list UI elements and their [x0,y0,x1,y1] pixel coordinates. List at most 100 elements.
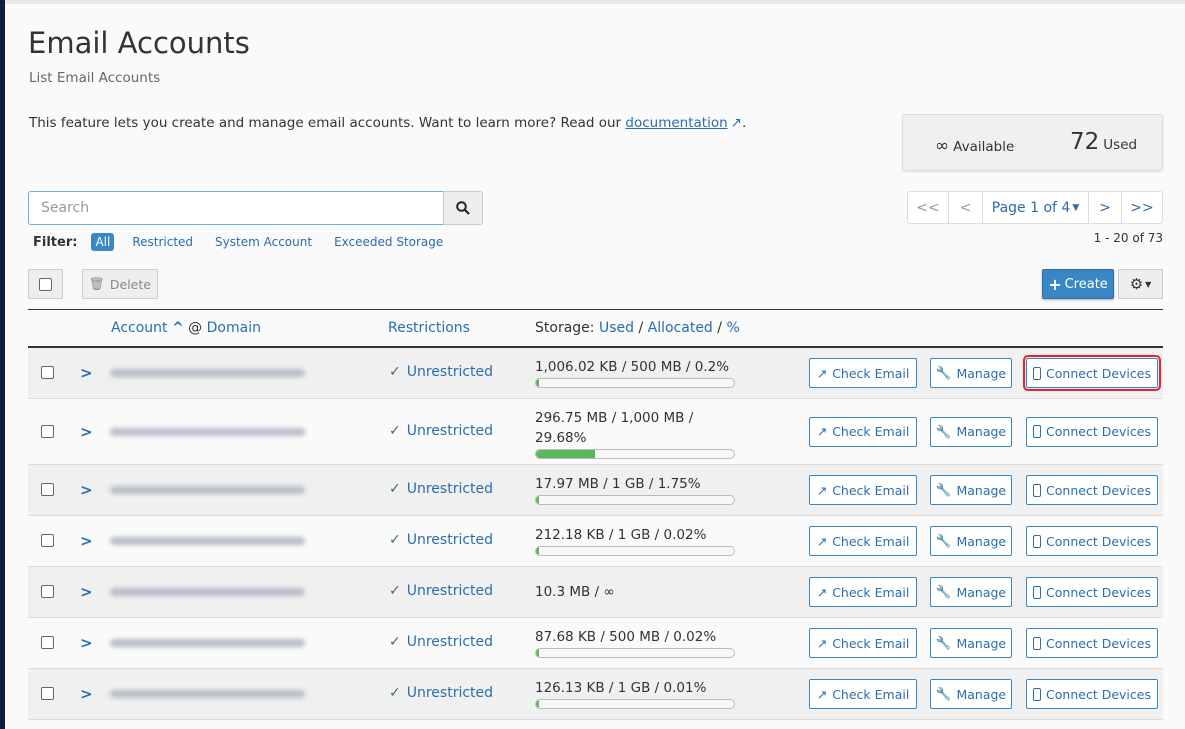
external-link-icon: ↗ [816,635,828,651]
row-checkbox[interactable] [41,636,54,649]
trash-icon: 🗑 [89,276,105,291]
account-email-blurred[interactable] [110,537,305,545]
storage-label: Storage: [535,320,595,336]
connect-devices-button[interactable]: Connect Devices [1026,526,1158,556]
row-checkbox[interactable] [41,424,54,438]
mobile-phone-icon [1033,636,1042,650]
check-email-label: Check Email [832,584,910,600]
restriction-status[interactable]: ✓ Unrestricted [389,583,493,599]
account-email-blurred[interactable] [110,486,305,494]
account-email-blurred[interactable] [110,639,305,647]
sort-percent[interactable]: % [726,320,739,336]
next-page-button[interactable]: > [1088,192,1121,223]
manage-button[interactable]: 🔧 Manage [930,526,1012,556]
connect-devices-label: Connect Devices [1046,584,1151,600]
manage-button[interactable]: 🔧 Manage [930,416,1012,447]
manage-label: Manage [956,635,1007,651]
search-button[interactable] [443,191,483,225]
storage-progress-fill [536,450,595,458]
search-input[interactable] [28,191,444,225]
separator: / [638,320,644,336]
check-email-button[interactable]: ↗ Check Email [809,358,917,388]
page-select-dropdown[interactable]: Page 1 of 4 ▼ [982,192,1088,223]
connect-devices-button[interactable]: Connect Devices [1023,355,1161,391]
connect-devices-button[interactable]: Connect Devices [1026,577,1158,607]
restriction-status[interactable]: ✓ Unrestricted [389,481,493,497]
sort-account-header[interactable]: Account ^ @ Domain [111,320,261,336]
select-all-checkbox[interactable] [28,269,63,299]
check-email-label: Check Email [832,482,910,498]
manage-label: Manage [956,533,1007,549]
filter-system-account[interactable]: System Account [215,235,312,249]
prev-page-button[interactable]: < [948,192,982,223]
connect-devices-button[interactable]: Connect Devices [1026,628,1158,658]
restriction-status[interactable]: ✓ Unrestricted [389,364,493,380]
connect-devices-label: Connect Devices [1046,424,1151,439]
restriction-label: Unrestricted [406,583,494,599]
check-icon: ✓ [389,364,401,380]
filter-all[interactable]: All [91,233,115,251]
check-email-button[interactable]: ↗ Check Email [809,679,917,709]
check-email-label: Check Email [832,686,910,702]
row-checkbox[interactable] [41,687,54,700]
storage-progress-bar [535,546,735,556]
manage-button[interactable]: 🔧 Manage [930,358,1012,388]
storage-cell: 296.75 MB / 1,000 MB / 29.68% [535,408,745,459]
restriction-label: Unrestricted [406,364,494,380]
check-email-button[interactable]: ↗ Check Email [809,416,917,447]
connect-devices-button[interactable]: Connect Devices [1026,475,1158,505]
restriction-label: Unrestricted [406,481,494,497]
account-email-blurred[interactable] [110,690,305,698]
restriction-label: Unrestricted [406,532,494,548]
sort-allocated[interactable]: Allocated [648,320,713,336]
domain-header[interactable]: Domain [207,320,261,336]
first-page-button[interactable]: << [908,192,948,223]
expand-chevron-icon[interactable]: > [80,481,93,499]
expand-chevron-icon[interactable]: > [80,532,93,550]
row-checkbox[interactable] [41,483,54,496]
expand-chevron-icon[interactable]: > [80,364,93,382]
check-icon: ✓ [389,422,401,439]
manage-button[interactable]: 🔧 Manage [930,475,1012,505]
check-email-button[interactable]: ↗ Check Email [809,577,917,607]
restriction-status[interactable]: ✓ Unrestricted [389,532,493,548]
check-icon: ✓ [389,532,401,548]
expand-chevron-icon[interactable]: > [80,423,93,441]
account-email-blurred[interactable] [110,427,305,436]
connect-devices-button[interactable]: Connect Devices [1026,416,1158,447]
settings-dropdown[interactable]: ⚙ ▼ [1118,269,1163,299]
sort-used[interactable]: Used [599,320,634,336]
filter-exceeded-storage[interactable]: Exceeded Storage [334,235,443,249]
account-header: Account [111,320,168,336]
expand-chevron-icon[interactable]: > [80,583,93,601]
last-page-button[interactable]: >> [1121,192,1162,223]
checkbox[interactable] [39,277,52,291]
restriction-status[interactable]: ✓ Unrestricted [389,685,493,701]
table-row: > ✓ Unrestricted 1,006.02 KB / 500 MB / 0… [28,348,1163,399]
storage-text: 296.75 MB / 1,000 MB / 29.68% [535,410,694,446]
expand-chevron-icon[interactable]: > [80,634,93,652]
expand-chevron-icon[interactable]: > [80,685,93,703]
check-email-button[interactable]: ↗ Check Email [809,475,917,505]
connect-devices-button[interactable]: Connect Devices [1026,679,1158,709]
row-checkbox[interactable] [41,585,54,598]
account-email-blurred[interactable] [110,369,305,377]
restriction-status[interactable]: ✓ Unrestricted [389,634,493,650]
account-email-blurred[interactable] [110,588,305,596]
storage-progress-bar [535,648,735,658]
row-checkbox[interactable] [41,534,54,547]
manage-button[interactable]: 🔧 Manage [930,628,1012,658]
manage-button[interactable]: 🔧 Manage [930,679,1012,709]
create-button[interactable]: + Create [1042,269,1114,299]
delete-button[interactable]: 🗑 Delete [82,269,158,299]
row-checkbox[interactable] [41,366,54,379]
restriction-label: Unrestricted [406,685,494,701]
manage-button[interactable]: 🔧 Manage [930,577,1012,607]
wrench-icon: 🔧 [935,482,952,497]
documentation-link[interactable]: documentation [625,115,727,131]
check-email-button[interactable]: ↗ Check Email [809,526,917,556]
restrictions-header[interactable]: Restrictions [388,320,470,336]
filter-restricted[interactable]: Restricted [132,235,193,249]
check-email-button[interactable]: ↗ Check Email [809,628,917,658]
restriction-status[interactable]: ✓ Unrestricted [389,423,493,439]
